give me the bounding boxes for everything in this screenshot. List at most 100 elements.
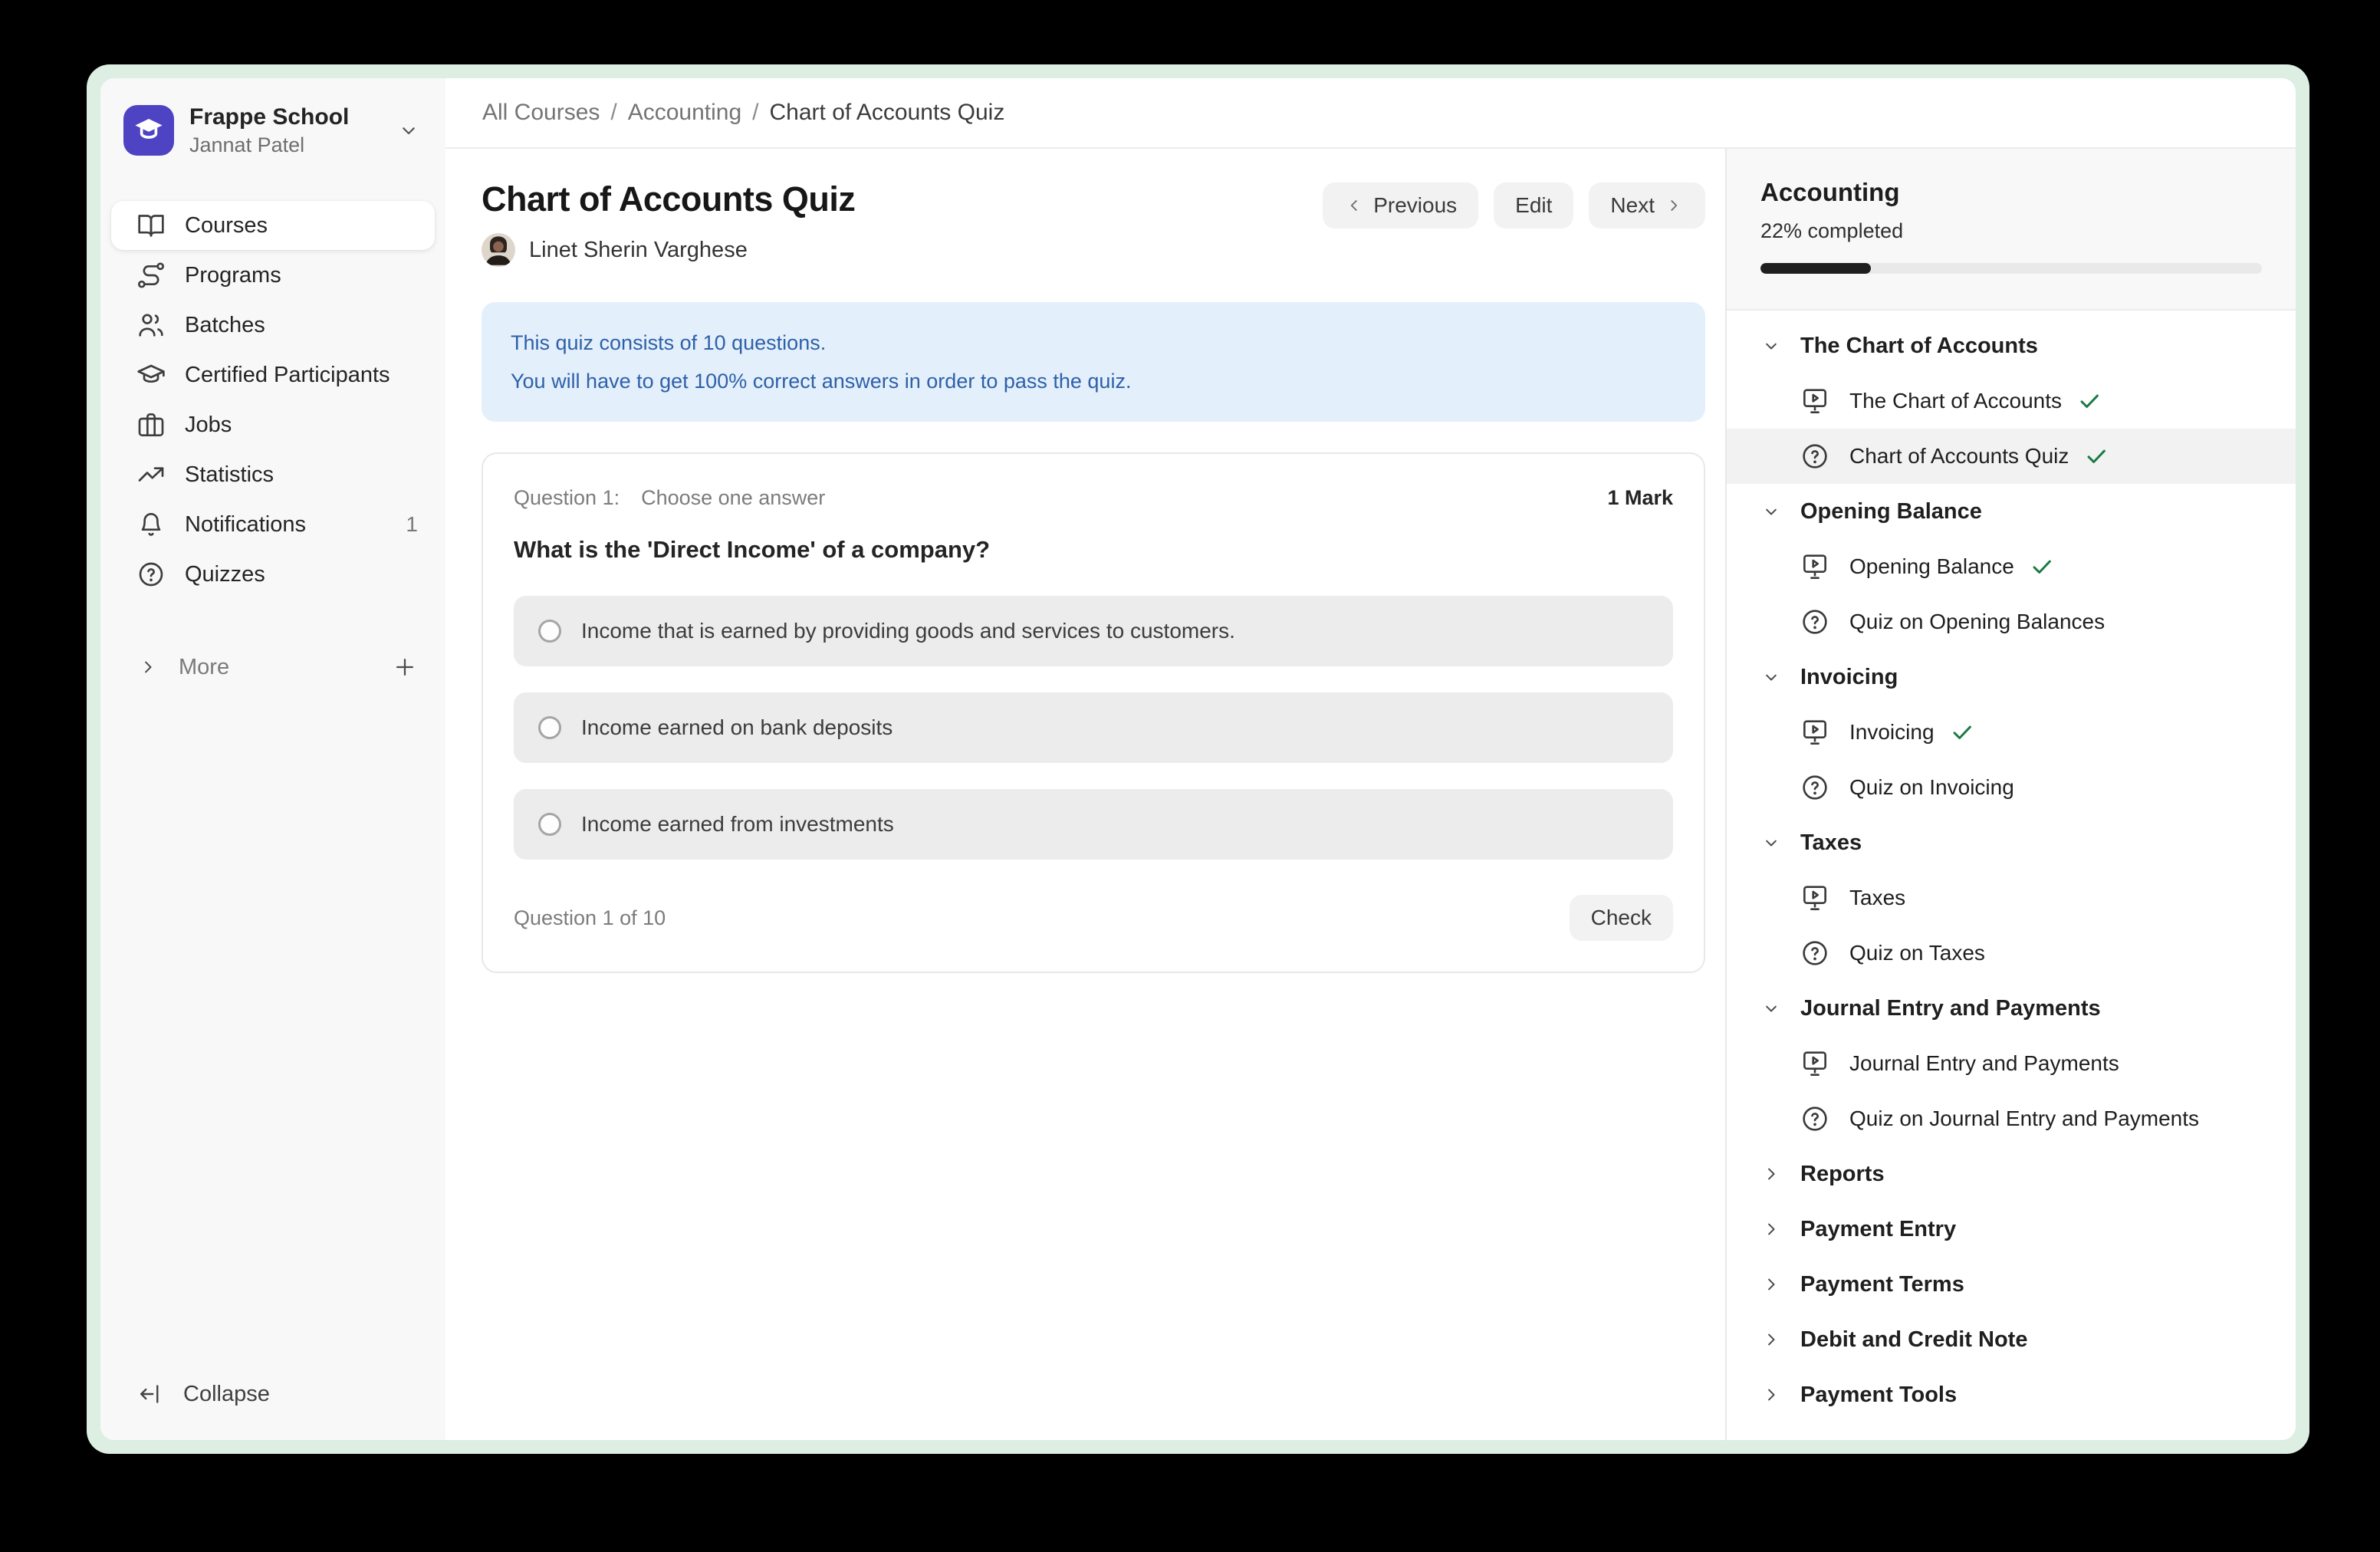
sidebar-item-label: Notifications [185, 512, 306, 538]
next-button-label: Next [1610, 193, 1655, 218]
outline-section-payment-terms[interactable]: Payment Terms [1727, 1257, 2296, 1312]
outline-item-label: Quiz on Taxes [1849, 941, 1985, 965]
chevron-down-icon [396, 118, 421, 143]
previous-button-label: Previous [1373, 193, 1457, 218]
quiz-actions: Previous Edit Next [1323, 182, 1705, 229]
right-pane: All Courses / Accounting / Chart of Accounts… [445, 78, 2296, 1440]
workspace-text: Frappe School Jannat Patel [189, 104, 349, 158]
sidebar-nav: CoursesPrograms Batches Certified Particip… [111, 201, 435, 600]
outline-section-invoicing[interactable]: Invoicing [1727, 649, 2296, 705]
outline-item-label: Chart of Accounts Quiz [1849, 444, 2069, 469]
sidebar-more[interactable]: More [111, 643, 435, 692]
question-text: What is the 'Direct Income' of a company… [514, 536, 1673, 564]
main-content: Chart of Accounts Quiz [445, 149, 1725, 1440]
next-button[interactable]: Next [1589, 182, 1705, 229]
chevron-down-icon [1760, 666, 1782, 688]
outline-section-label: The Chart of Accounts [1800, 334, 2038, 359]
outline-item-label: Invoicing [1849, 720, 1935, 745]
chevron-down-icon [1760, 501, 1782, 522]
answer-option[interactable]: Income that is earned by providing goods… [514, 596, 1673, 666]
breadcrumb-link[interactable]: Accounting [628, 100, 741, 126]
breadcrumb-separator: / [610, 100, 616, 126]
collapse-label: Collapse [183, 1382, 270, 1407]
chevron-right-icon [1760, 1163, 1782, 1185]
chevron-right-icon [1760, 1218, 1782, 1240]
outline-item-taxes[interactable]: Taxes [1727, 870, 2296, 926]
help-circle-icon [136, 559, 166, 590]
outline-section-reports[interactable]: Reports [1727, 1146, 2296, 1202]
radio-button-icon[interactable] [538, 813, 561, 836]
sidebar-item-jobs[interactable]: Jobs [111, 400, 435, 449]
outline-item-journal-entry-and-payments[interactable]: Journal Entry and Payments [1727, 1036, 2296, 1091]
author-name: Linet Sherin Varghese [529, 238, 748, 263]
workspace-name: Frappe School [189, 104, 349, 131]
sidebar-item-notifications[interactable]: Notifications 1 [111, 500, 435, 549]
outline-item-quiz-on-taxes[interactable]: Quiz on Taxes [1727, 926, 2296, 981]
workspace-switcher[interactable]: Frappe School Jannat Patel [111, 103, 435, 158]
quiz-icon [1799, 606, 1831, 638]
avatar [482, 233, 515, 267]
sidebar-item-programs[interactable]: Programs [111, 251, 435, 300]
sidebar-more-label: More [179, 655, 229, 680]
sidebar-item-statistics[interactable]: Statistics [111, 450, 435, 499]
check-icon [1950, 720, 1974, 745]
answer-option[interactable]: Income earned on bank deposits [514, 692, 1673, 763]
lesson-icon [1799, 385, 1831, 417]
outline-section-debit-and-credit-note[interactable]: Debit and Credit Note [1727, 1312, 2296, 1367]
outline-section-label: Payment Terms [1800, 1272, 1964, 1297]
question-meta: Question 1:Choose one answer [514, 486, 825, 510]
sidebar-item-label: Statistics [185, 462, 274, 488]
answer-option-label: Income earned on bank deposits [581, 715, 893, 740]
breadcrumb-link[interactable]: All Courses [482, 100, 600, 126]
programs-icon [136, 260, 166, 291]
outline-section-payment-entry[interactable]: Payment Entry [1727, 1202, 2296, 1257]
check-button[interactable]: Check [1570, 895, 1673, 941]
notification-count-badge: 1 [406, 512, 418, 537]
course-title: Accounting [1760, 178, 2262, 207]
question-instruction: Choose one answer [641, 486, 825, 509]
outline-section-payment-tools[interactable]: Payment Tools [1727, 1367, 2296, 1422]
edit-button[interactable]: Edit [1494, 182, 1573, 229]
plus-icon[interactable] [392, 654, 418, 680]
outline-item-opening-balance[interactable]: Opening Balance [1727, 539, 2296, 594]
sidebar-item-quizzes[interactable]: Quizzes [111, 550, 435, 599]
lesson-icon [1799, 551, 1831, 583]
radio-button-icon[interactable] [538, 716, 561, 739]
quiz-card: Question 1:Choose one answer 1 Mark What… [482, 452, 1705, 973]
outline-item-label: Quiz on Journal Entry and Payments [1849, 1106, 2199, 1131]
course-outline-list: The Chart of Accounts The Chart of Accoun… [1727, 311, 2296, 1440]
lesson-icon [1799, 1047, 1831, 1080]
chevron-right-icon [1760, 1384, 1782, 1406]
collapse-icon [137, 1380, 165, 1408]
sidebar-item-batches[interactable]: Batches [111, 301, 435, 350]
page-title: Chart of Accounts Quiz [482, 178, 855, 221]
outline-item-chart-of-accounts-quiz[interactable]: Chart of Accounts Quiz [1727, 429, 2296, 484]
radio-button-icon[interactable] [538, 620, 561, 643]
progress-bar [1760, 263, 2262, 274]
outline-item-label: Taxes [1849, 886, 1905, 910]
sidebar-item-certified-participants[interactable]: Certified Participants [111, 350, 435, 400]
sidebar-item-courses[interactable]: Courses [111, 201, 435, 250]
content-row: Chart of Accounts Quiz [445, 149, 2296, 1440]
sidebar-item-label: Batches [185, 313, 265, 338]
previous-button[interactable]: Previous [1323, 182, 1478, 229]
outline-item-label: Quiz on Invoicing [1849, 775, 2014, 800]
outline-section-label: Payment Tools [1800, 1383, 1957, 1408]
answer-option[interactable]: Income earned from investments [514, 789, 1673, 860]
course-progress-label: 22% completed [1760, 219, 2262, 243]
outline-section-journal-entry-and-payments[interactable]: Journal Entry and Payments [1727, 981, 2296, 1036]
chevron-left-icon [1344, 196, 1364, 215]
outline-item-quiz-on-journal-entry-and-payments[interactable]: Quiz on Journal Entry and Payments [1727, 1091, 2296, 1146]
outline-section-opening-balance[interactable]: Opening Balance [1727, 484, 2296, 539]
breadcrumb-separator: / [752, 100, 758, 126]
outline-item-quiz-on-opening-balances[interactable]: Quiz on Opening Balances [1727, 594, 2296, 649]
outline-section-the-chart-of-accounts[interactable]: The Chart of Accounts [1727, 318, 2296, 373]
outline-section-taxes[interactable]: Taxes [1727, 815, 2296, 870]
outline-item-quiz-on-invoicing[interactable]: Quiz on Invoicing [1727, 760, 2296, 815]
outline-item-label: The Chart of Accounts [1849, 389, 2062, 413]
chevron-down-icon [1760, 335, 1782, 357]
author-row: Linet Sherin Varghese [482, 233, 855, 267]
outline-item-the-chart-of-accounts[interactable]: The Chart of Accounts [1727, 373, 2296, 429]
outline-item-invoicing[interactable]: Invoicing [1727, 705, 2296, 760]
collapse-sidebar-button[interactable]: Collapse [111, 1370, 435, 1419]
